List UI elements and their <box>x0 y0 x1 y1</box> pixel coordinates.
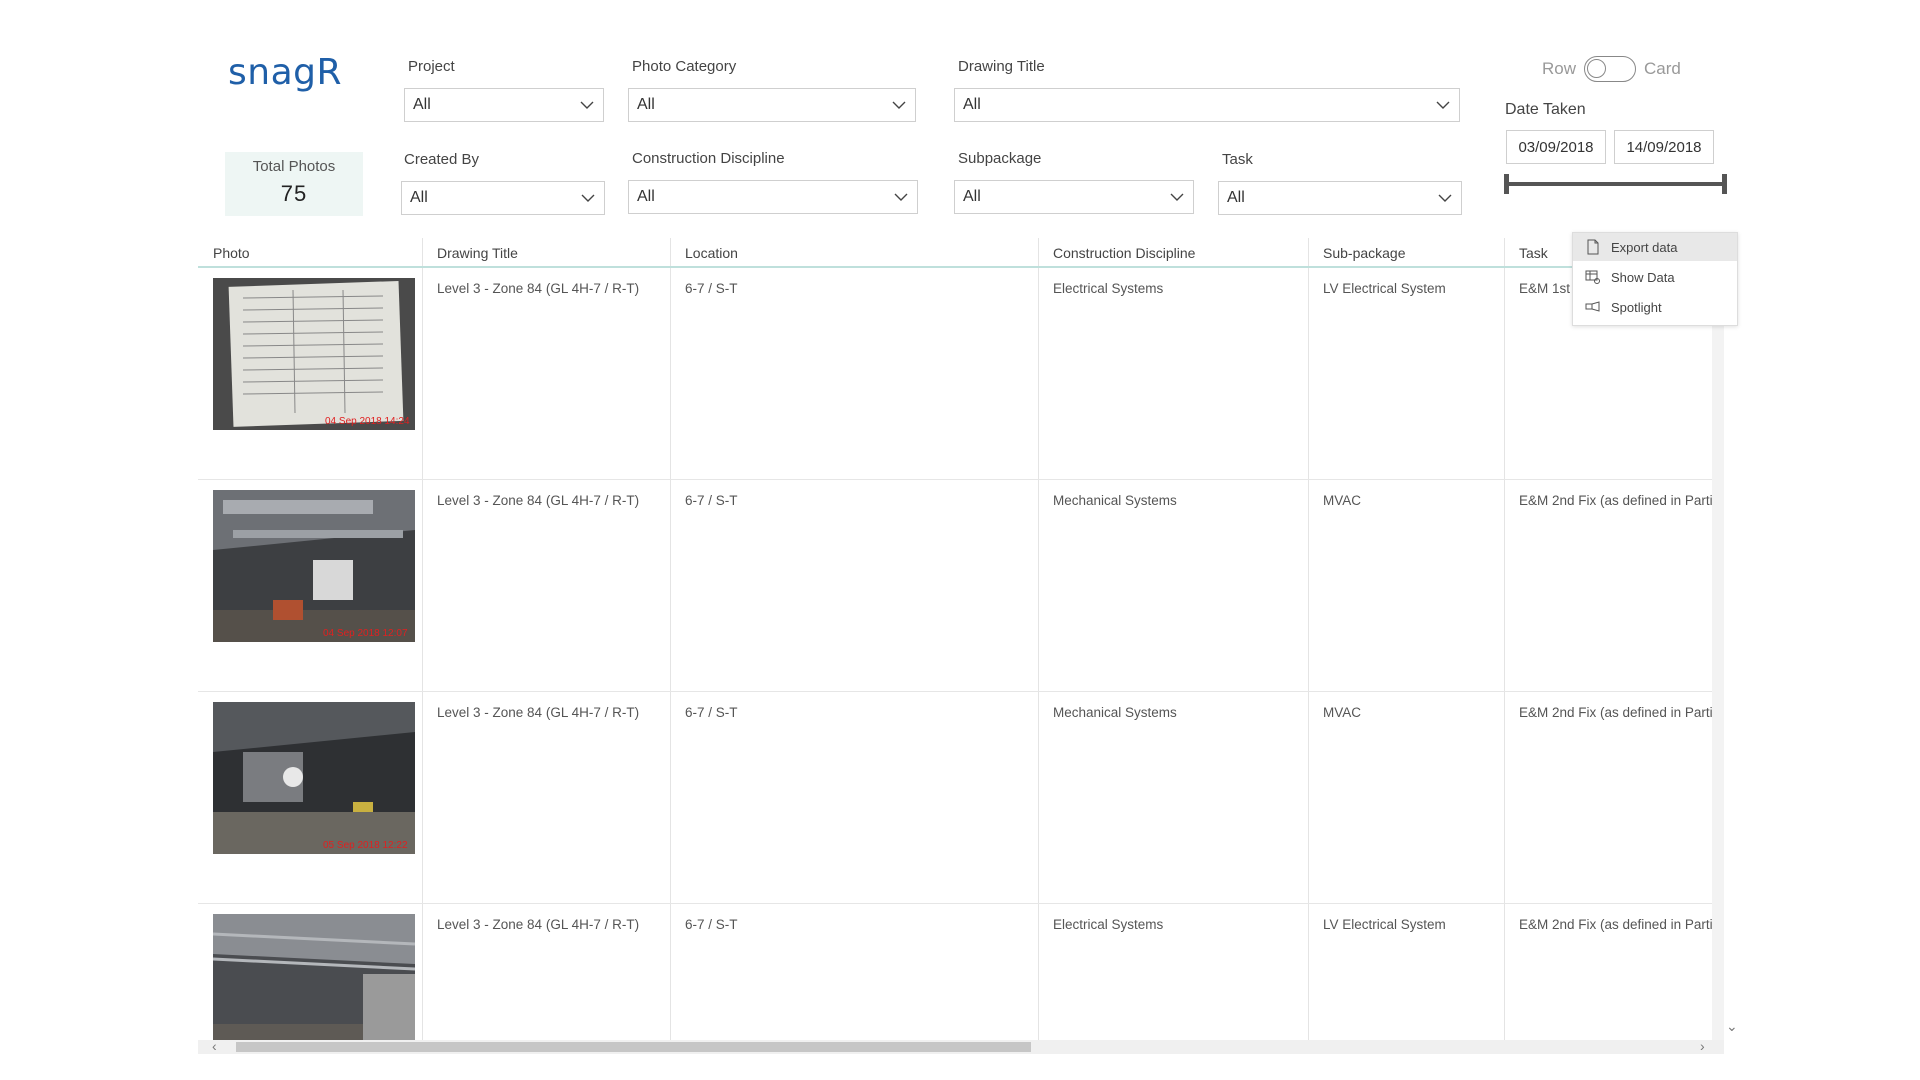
photo-timestamp: 05 Sep 2018 12:22 <box>323 840 408 851</box>
chevron-down-icon <box>1438 194 1452 202</box>
cell-task: E&M 2nd Fix (as defined in Parti <box>1519 493 1713 508</box>
total-photos-label: Total Photos <box>252 158 336 175</box>
cell-subpackage: LV Electrical System <box>1323 917 1446 932</box>
cell-location: 6-7 / S-T <box>685 705 738 720</box>
menu-item-export-data[interactable]: Export data <box>1573 233 1737 261</box>
cell-location: 6-7 / S-T <box>685 917 738 932</box>
created-by-dropdown[interactable]: All <box>401 181 605 215</box>
menu-item-show-data[interactable]: Show Data <box>1573 263 1737 291</box>
cell-discipline: Mechanical Systems <box>1053 705 1177 720</box>
toggle-card-label: Card <box>1644 59 1681 78</box>
cell-subpackage: MVAC <box>1323 705 1362 720</box>
created-by-label: Created By <box>404 151 480 168</box>
toggle-knob <box>1587 59 1607 78</box>
menu-item-label: Spotlight <box>1611 299 1662 315</box>
photo-category-value: All <box>637 96 655 113</box>
menu-item-label: Export data <box>1611 239 1678 255</box>
subpackage-label: Subpackage <box>958 150 1042 167</box>
cell-subpackage: MVAC <box>1323 493 1362 508</box>
cell-discipline: Electrical Systems <box>1053 281 1164 296</box>
header-sub-package[interactable]: Sub-package <box>1323 245 1406 261</box>
cell-task: E&M 2nd Fix (as defined in Parti <box>1519 705 1713 720</box>
table-view-icon <box>1585 270 1600 284</box>
photo-thumbnail[interactable]: 04 Sep 2018 14:24 <box>213 278 415 430</box>
vertical-scrollbar[interactable] <box>1712 266 1724 1040</box>
drawing-title-value: All <box>963 96 981 113</box>
cell-task: E&M 2nd Fix (as defined in Parti <box>1519 917 1713 932</box>
photo-thumbnail[interactable] <box>213 914 415 1051</box>
chevron-down-icon <box>1170 193 1184 201</box>
total-photos-value: 75 <box>280 181 308 206</box>
created-by-value: All <box>410 189 428 206</box>
photo-timestamp: 04 Sep 2018 14:24 <box>325 416 410 427</box>
chevron-down-icon <box>1436 101 1450 109</box>
cell-drawing-title: Level 3 - Zone 84 (GL 4H-7 / R-T) <box>437 493 640 508</box>
project-label: Project <box>408 58 455 75</box>
table-row[interactable]: 04 Sep 2018 14:24 Level 3 - Zone 84 (GL … <box>198 268 1724 480</box>
photo-thumbnail[interactable]: 05 Sep 2018 12:22 <box>213 702 415 854</box>
cell-drawing-title: Level 3 - Zone 84 (GL 4H-7 / R-T) <box>437 917 640 932</box>
toggle-row-label: Row <box>1542 59 1577 78</box>
date-slider-start-handle[interactable] <box>1504 174 1509 194</box>
view-toggle[interactable]: Row Card <box>1542 56 1681 82</box>
scroll-right-icon[interactable]: › <box>1700 1038 1705 1054</box>
horizontal-scroll-thumb[interactable] <box>236 1042 1031 1052</box>
header-construction-discipline[interactable]: Construction Discipline <box>1053 245 1195 261</box>
total-photos-card: Total Photos 75 <box>225 152 363 216</box>
header-drawing-title[interactable]: Drawing Title <box>437 245 518 261</box>
spotlight-icon <box>1585 301 1600 312</box>
date-end-input[interactable]: 14/09/2018 <box>1614 130 1714 164</box>
task-value: All <box>1227 189 1245 206</box>
drawing-title-dropdown[interactable]: All <box>954 88 1460 122</box>
chevron-down-icon <box>581 194 595 202</box>
project-dropdown[interactable]: All <box>404 88 604 122</box>
photo-thumbnail[interactable]: 04 Sep 2018 12:07 <box>213 490 415 642</box>
task-label: Task <box>1222 151 1253 168</box>
chevron-down-icon <box>580 101 594 109</box>
date-taken-label: Date Taken <box>1505 101 1586 118</box>
cell-drawing-title: Level 3 - Zone 84 (GL 4H-7 / R-T) <box>437 705 640 720</box>
menu-item-spotlight[interactable]: Spotlight <box>1573 293 1737 321</box>
chevron-down-icon <box>894 193 908 201</box>
cell-discipline: Electrical Systems <box>1053 917 1164 932</box>
date-start-input[interactable]: 03/09/2018 <box>1506 130 1606 164</box>
snagr-logo: snagR <box>228 52 342 93</box>
cell-task: E&M 1st <box>1519 281 1571 296</box>
project-value: All <box>413 96 431 113</box>
date-range-slider-track[interactable] <box>1504 182 1726 186</box>
menu-item-label: Show Data <box>1611 269 1675 285</box>
subpackage-dropdown[interactable]: All <box>954 180 1194 214</box>
scroll-left-icon[interactable]: ‹ <box>212 1038 217 1054</box>
construction-discipline-label: Construction Discipline <box>632 150 785 167</box>
chevron-down-icon <box>892 101 906 109</box>
visual-options-menu: Export data Show Data Spotlight <box>1572 232 1738 326</box>
header-task[interactable]: Task <box>1519 245 1548 261</box>
table-header: Photo Drawing Title Location Constructio… <box>198 238 1724 268</box>
header-photo[interactable]: Photo <box>213 245 250 261</box>
table-row[interactable]: 05 Sep 2018 12:22 Level 3 - Zone 84 (GL … <box>198 692 1724 904</box>
drawing-title-label: Drawing Title <box>958 58 1045 75</box>
toggle-switch[interactable] <box>1584 56 1637 82</box>
table-row[interactable]: Level 3 - Zone 84 (GL 4H-7 / R-T) 6-7 / … <box>198 904 1724 1051</box>
document-icon <box>1587 239 1599 255</box>
date-slider-end-handle[interactable] <box>1722 174 1727 194</box>
table-row[interactable]: 04 Sep 2018 12:07 Level 3 - Zone 84 (GL … <box>198 480 1724 692</box>
cell-discipline: Mechanical Systems <box>1053 493 1177 508</box>
construction-discipline-value: All <box>637 188 655 205</box>
photo-timestamp: 04 Sep 2018 12:07 <box>323 628 408 639</box>
header-location[interactable]: Location <box>685 245 738 261</box>
task-dropdown[interactable]: All <box>1218 181 1462 215</box>
cell-location: 6-7 / S-T <box>685 281 738 296</box>
scroll-down-icon[interactable]: ⌄ <box>1726 1018 1738 1035</box>
construction-discipline-dropdown[interactable]: All <box>628 180 918 214</box>
photos-table: Photo Drawing Title Location Constructio… <box>198 238 1724 1051</box>
photo-category-label: Photo Category <box>632 58 737 75</box>
cell-drawing-title: Level 3 - Zone 84 (GL 4H-7 / R-T) <box>437 281 640 296</box>
photo-category-dropdown[interactable]: All <box>628 88 916 122</box>
subpackage-value: All <box>963 188 981 205</box>
cell-location: 6-7 / S-T <box>685 493 738 508</box>
cell-subpackage: LV Electrical System <box>1323 281 1446 296</box>
